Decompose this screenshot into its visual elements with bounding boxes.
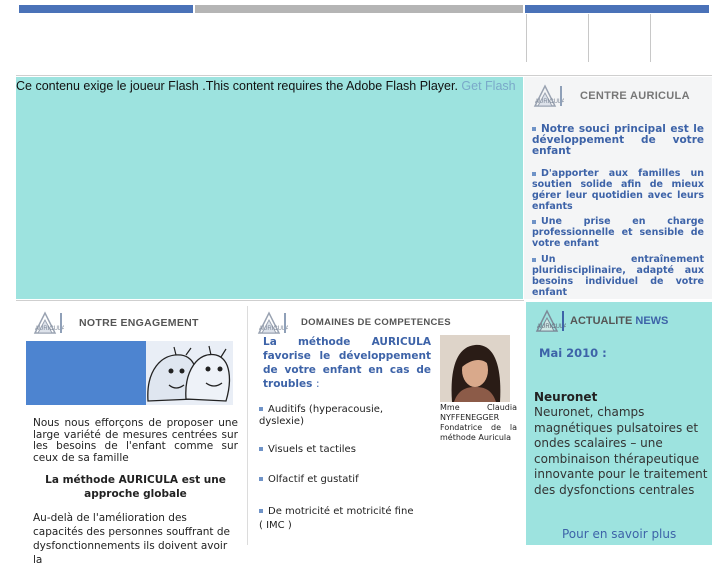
- news-headline: Neuronet: [534, 390, 598, 404]
- news-title-a: ACTUALITE: [570, 315, 633, 327]
- bullet-icon: [532, 127, 536, 131]
- engagement-paragraph-2: Au-delà de l'amélioration des capacités …: [33, 512, 230, 566]
- bullet-icon: [532, 219, 536, 224]
- centre-item-2: D'apporter aux familles un soutien solid…: [532, 168, 704, 212]
- engagement-title: NOTRE ENGAGEMENT: [79, 317, 199, 329]
- domaines-intro-text: La méthode AURICULA favorise le développ…: [263, 336, 431, 390]
- get-flash-link[interactable]: Get Flash: [461, 79, 515, 93]
- domaines-item-4: De motricité et motricité fine ( IMC ): [259, 506, 414, 531]
- bullet-icon: [259, 477, 263, 481]
- nav-item-1[interactable]: [526, 14, 589, 62]
- children-drawing-image: [26, 341, 233, 405]
- nav-item-3[interactable]: [650, 14, 710, 62]
- engagement-panel: AURICULA NOTRE ENGAGEMENT Nous nous effo…: [16, 302, 246, 566]
- bullet-icon: [259, 509, 263, 513]
- news-date: Mai 2010 :: [539, 346, 607, 360]
- svg-text:AURICULA: AURICULA: [535, 99, 564, 105]
- auricula-logo-icon: AURICULA: [535, 309, 566, 332]
- flash-placeholder: [16, 77, 523, 299]
- centre-item-1: Notre souci principal est le développeme…: [532, 123, 704, 157]
- founder-photo: [440, 335, 510, 402]
- domaines-panel: AURICULA DOMAINES DE COMPETENCES La méth…: [248, 302, 524, 545]
- section-divider: [16, 300, 524, 301]
- bullet-icon: [259, 407, 263, 411]
- domaines-item-2: Visuels et tactiles: [259, 444, 419, 456]
- news-body: Neuronet, champs magnétiques pulsatoires…: [534, 405, 708, 497]
- founder-caption: Mme Claudia NYFFENEGGER Fondatrice de la…: [440, 403, 517, 442]
- nav-item-2[interactable]: [588, 14, 651, 62]
- flash-message: Ce contenu exige le joueur Flash .This c…: [16, 78, 516, 94]
- header-divider-right: [524, 75, 712, 76]
- bullet-icon: [532, 257, 536, 262]
- centre-item-3: Une prise en charge professionnelle et s…: [532, 216, 704, 249]
- domaines-item-1: Auditifs (hyperacousie, dyslexie): [259, 404, 384, 427]
- domaines-title: DOMAINES DE COMPETENCES: [301, 317, 451, 328]
- bullet-icon: [259, 447, 263, 451]
- engagement-paragraph: Nous nous efforçons de proposer une larg…: [33, 417, 238, 464]
- centre-item-4: Un entraînement pluridisciplinaire, adap…: [532, 254, 704, 298]
- header-divider: [16, 75, 524, 76]
- flash-text: Ce contenu exige le joueur Flash .This c…: [16, 79, 458, 93]
- centre-title: CENTRE AURICULA: [580, 90, 690, 102]
- auricula-logo-icon: AURICULA: [33, 311, 64, 334]
- domaines-intro: La méthode AURICULA favorise le développ…: [263, 335, 431, 391]
- top-bar-left: [19, 5, 193, 13]
- read-more-link[interactable]: Pour en savoir plus: [562, 527, 676, 541]
- domaines-intro-suffix: :: [316, 378, 320, 390]
- news-title: ACTUALITE NEWS: [570, 315, 668, 327]
- top-bar-right: [525, 5, 709, 13]
- news-panel: AURICULA ACTUALITE NEWS Mai 2010 : Neuro…: [526, 302, 712, 545]
- svg-text:AURICULA: AURICULA: [259, 326, 288, 332]
- domaines-item-3: Olfactif et gustatif: [259, 474, 419, 486]
- svg-text:AURICULA: AURICULA: [35, 326, 64, 332]
- engagement-heading: La méthode AURICULA est une approche glo…: [45, 474, 226, 500]
- bullet-icon: [532, 171, 536, 176]
- centre-panel: AURICULA CENTRE AURICULA Notre souci pri…: [524, 77, 712, 299]
- svg-text:AURICULA: AURICULA: [537, 324, 566, 330]
- auricula-logo-icon: AURICULA: [533, 84, 564, 107]
- auricula-logo-icon: AURICULA: [257, 311, 288, 334]
- top-bar-middle: [195, 5, 523, 13]
- news-title-b: NEWS: [635, 315, 669, 327]
